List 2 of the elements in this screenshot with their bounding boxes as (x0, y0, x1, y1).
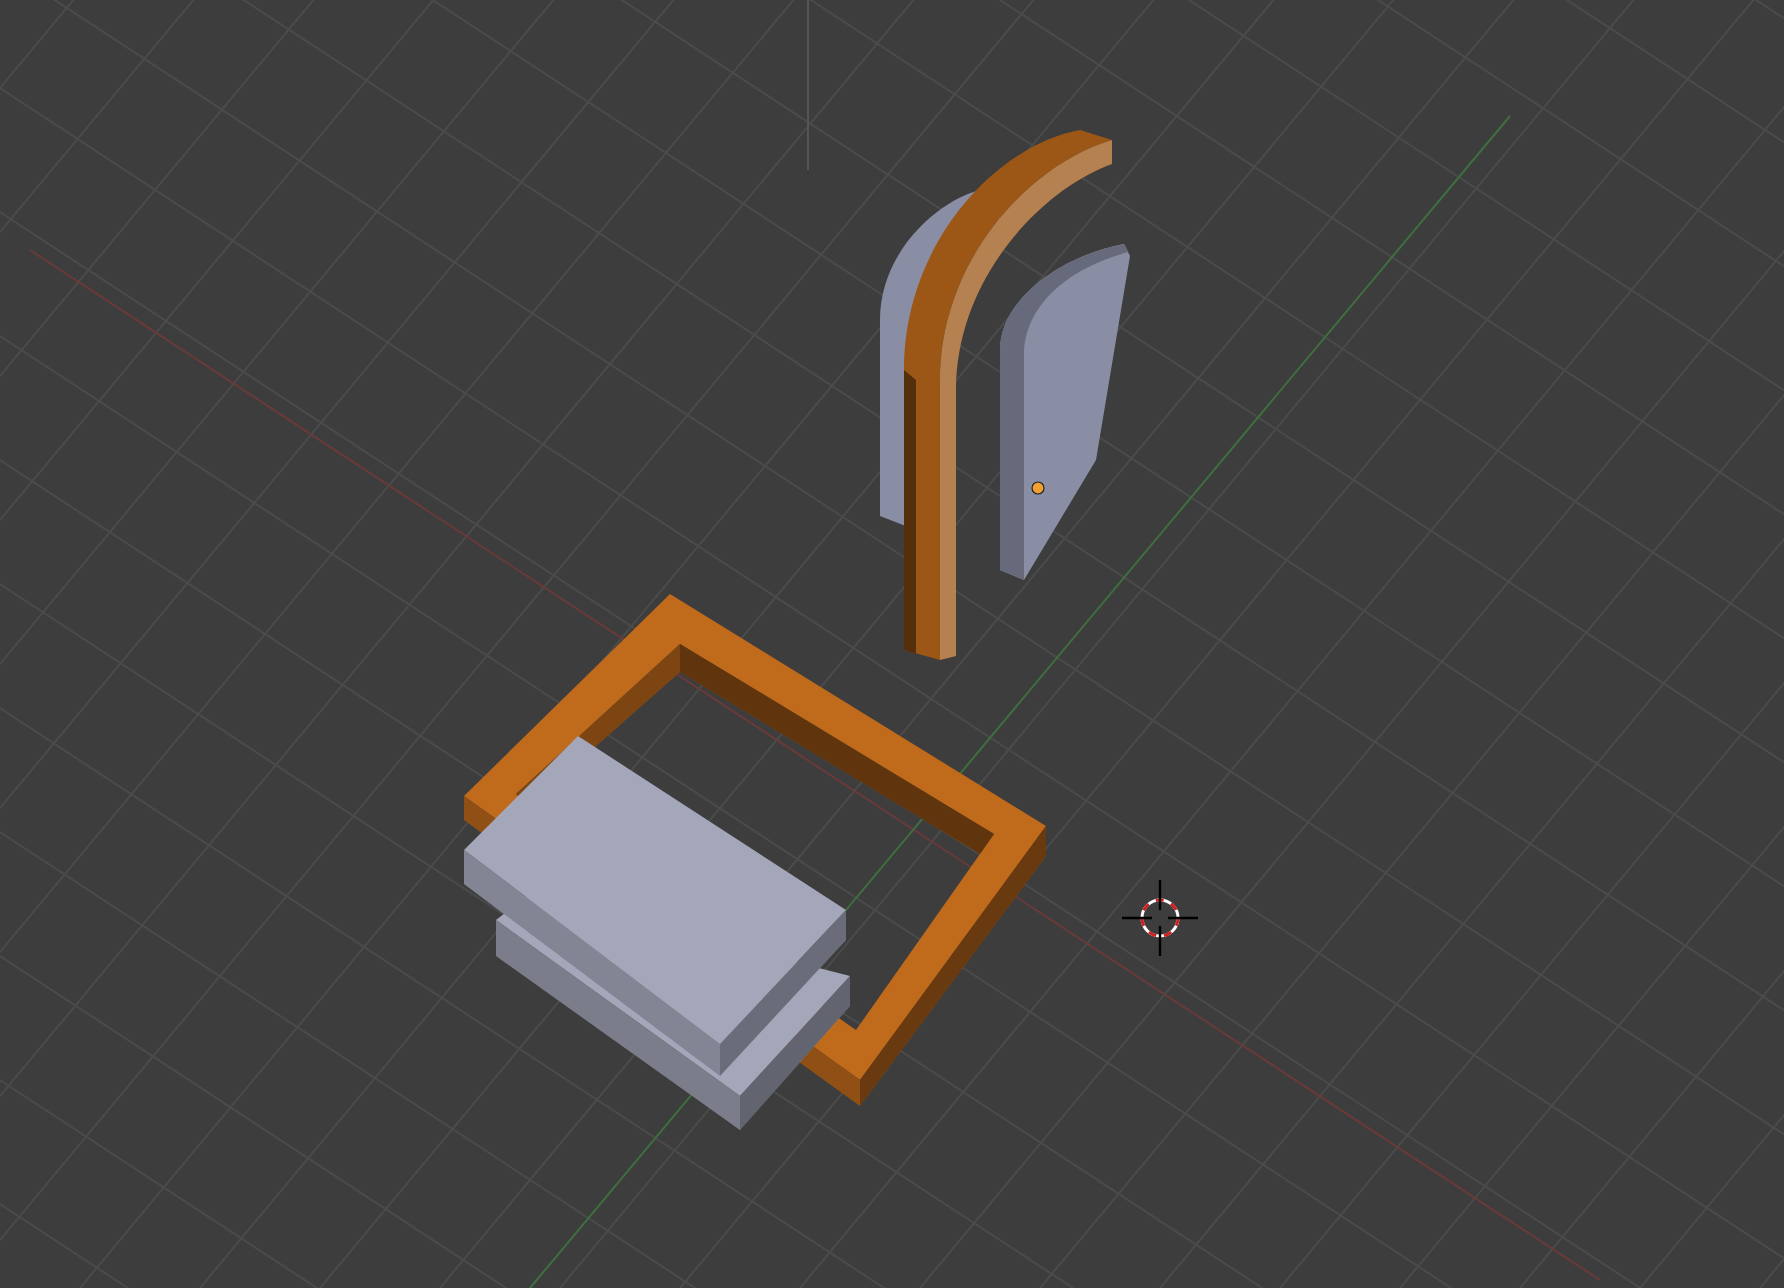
3d-cursor-icon (1120, 878, 1200, 958)
origin-point-icon (1031, 481, 1045, 495)
